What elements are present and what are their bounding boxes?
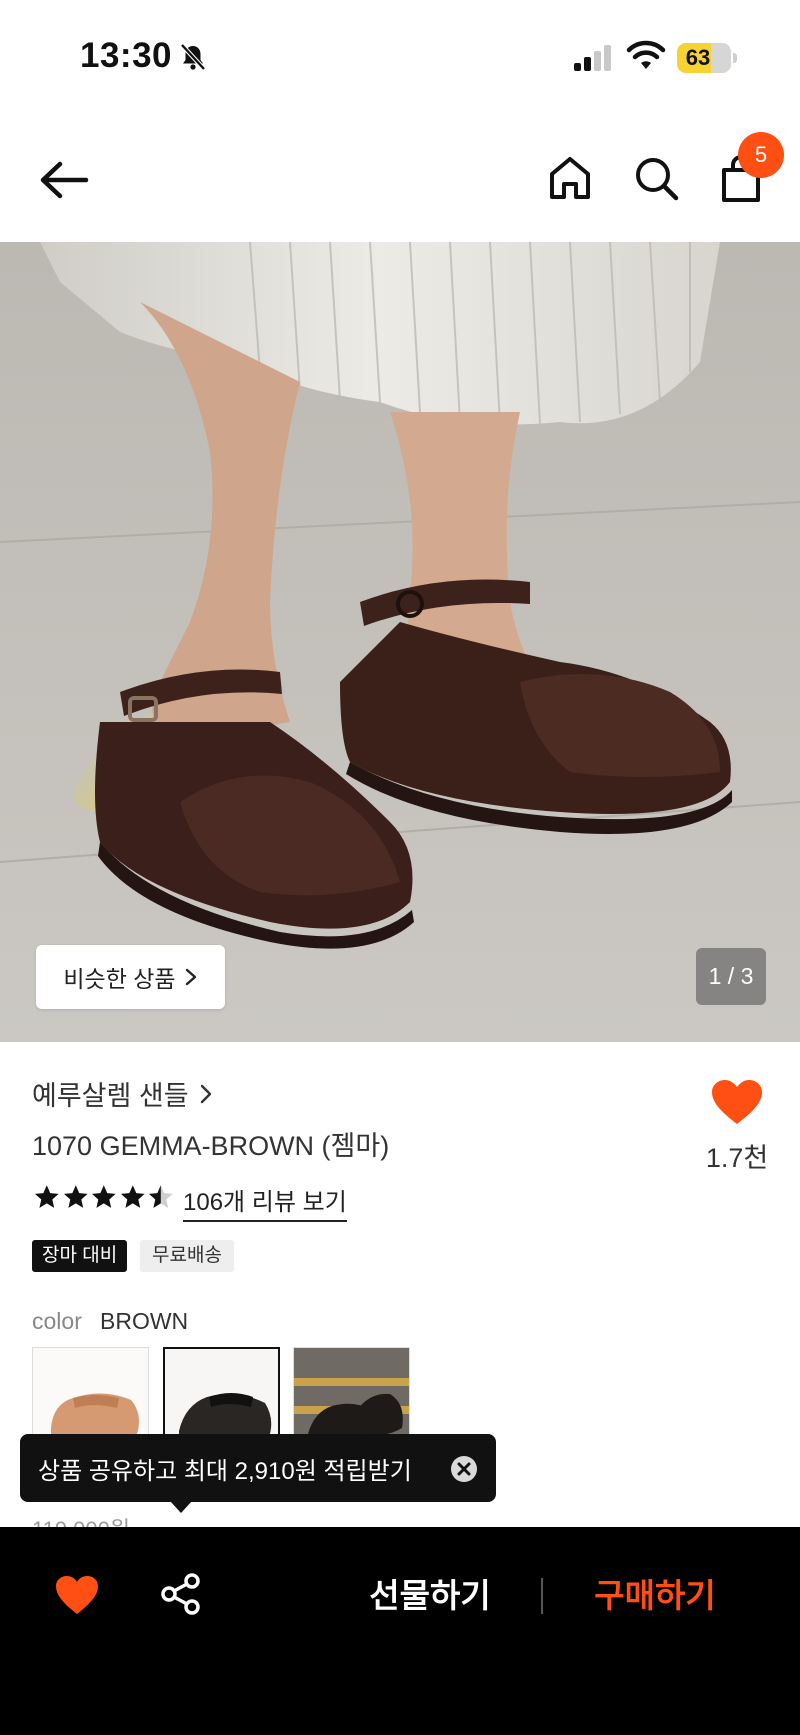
product-image[interactable] (0, 242, 800, 1042)
buy-button[interactable]: 구매하기 (570, 1568, 740, 1624)
bottom-divider (541, 1578, 543, 1614)
gift-button[interactable]: 선물하기 (340, 1568, 520, 1624)
star-icon (120, 1185, 145, 1208)
chevron-right-icon (200, 1084, 211, 1103)
product-title: 1070 GEMMA-BROWN (젬마) (32, 1131, 390, 1161)
star-icon (63, 1185, 88, 1208)
rating-stars (34, 1184, 174, 1214)
share-reward-tooltip: 상품 공유하고 최대 2,910원 적립받기 (20, 1434, 496, 1502)
brand-name: 예루살렘 샌들 (32, 1081, 189, 1111)
bell-slash-icon (180, 43, 206, 71)
similar-products-button[interactable]: 비슷한 상품 (36, 945, 225, 1009)
color-swatch-black[interactable] (163, 1347, 280, 1447)
color-swatch-dark[interactable] (293, 1347, 410, 1447)
arrow-left-icon[interactable] (36, 158, 92, 202)
bottom-action-bar (0, 1527, 800, 1735)
battery-level: 63 (685, 45, 711, 70)
tag-free-shipping: 무료배송 (140, 1240, 234, 1272)
brand-link[interactable]: 예루살렘 샌들 (32, 1074, 213, 1113)
tooltip-arrow (170, 1501, 192, 1513)
battery-nub (733, 53, 737, 63)
wifi-icon (626, 40, 666, 69)
close-icon[interactable] (450, 1455, 478, 1483)
share-icon[interactable] (160, 1572, 202, 1616)
heart-icon[interactable] (710, 1078, 764, 1126)
star-icon (92, 1185, 116, 1208)
color-swatch-tan[interactable] (32, 1347, 149, 1447)
home-icon[interactable] (546, 154, 594, 202)
battery-icon: 63 (677, 43, 731, 73)
status-time: 13:30 (80, 36, 173, 75)
nav-bar (0, 118, 800, 242)
signal-icon (574, 45, 611, 71)
similar-products-label: 비슷한 상품 (63, 966, 176, 992)
review-link[interactable]: 106개 리뷰 보기 (183, 1182, 347, 1222)
status-bar: 13:30 63 (0, 0, 800, 118)
cart-count-badge: 5 (738, 132, 784, 178)
search-icon[interactable] (632, 154, 680, 202)
image-page-indicator: 1 / 3 (696, 948, 766, 1005)
color-option-label: color (32, 1308, 82, 1334)
star-half-icon (149, 1185, 173, 1208)
tooltip-text: 상품 공유하고 최대 2,910원 적립받기 (38, 1457, 412, 1485)
tag-rain-ready: 장마 대비 (32, 1240, 128, 1272)
color-option-value: BROWN (100, 1308, 189, 1334)
like-count: 1.7천 (705, 1143, 769, 1173)
heart-icon[interactable] (54, 1574, 100, 1616)
star-icon (34, 1185, 59, 1208)
chevron-right-icon (185, 968, 196, 986)
